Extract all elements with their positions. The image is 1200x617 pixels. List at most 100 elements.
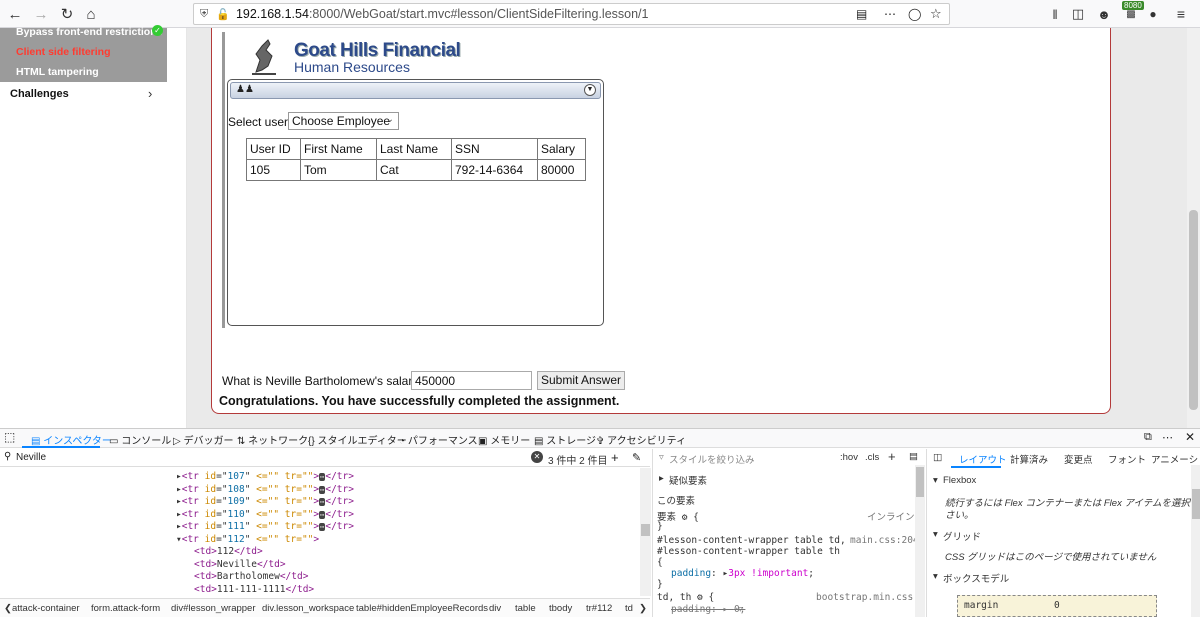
submit-answer-button[interactable]: Submit Answer: [537, 371, 625, 390]
tab-network[interactable]: ⇅ ネットワーク: [237, 432, 308, 447]
menu-icon[interactable]: ≡: [1170, 3, 1192, 25]
print-icon[interactable]: ▤: [909, 451, 918, 462]
add-rule-icon[interactable]: +: [888, 449, 896, 464]
markup-td-node[interactable]: <td>111-111-1111</td>: [194, 584, 314, 595]
scrollbar-thumb[interactable]: [1192, 489, 1200, 519]
library-icon[interactable]: ‖: [1044, 3, 1066, 25]
breadcrumb-item[interactable]: div#lesson_wrapper: [171, 603, 256, 614]
close-icon[interactable]: ✕: [1185, 430, 1195, 444]
add-node-icon[interactable]: +: [611, 450, 619, 465]
page-scrollbar[interactable]: [1187, 28, 1200, 428]
breadcrumb-item[interactable]: td: [625, 603, 633, 614]
layout-scrollbar[interactable]: [1191, 465, 1200, 617]
layout-toggle-icon[interactable]: ◫: [933, 452, 942, 463]
expand-icon[interactable]: ▾: [933, 571, 938, 582]
overridden-declaration[interactable]: padding: ▸ 0;: [671, 604, 745, 615]
scrollbar-thumb[interactable]: [641, 524, 650, 536]
rule-source-link[interactable]: bootstrap.min.css:7: [816, 592, 925, 603]
breadcrumb-item[interactable]: div.lesson_workspace: [262, 603, 354, 614]
collapse-icon[interactable]: ▼: [584, 84, 596, 96]
tab-storage[interactable]: ▤ ストレージ: [534, 432, 596, 447]
pick-element-icon[interactable]: ⬚: [4, 430, 15, 444]
inline-source: インライン: [867, 512, 915, 523]
markup-td-node[interactable]: <td>Neville</td>: [194, 559, 286, 570]
clear-search-icon[interactable]: ✕: [531, 451, 543, 463]
tab-changes[interactable]: 変更点: [1064, 452, 1093, 466]
pocket-icon[interactable]: ◯: [908, 7, 921, 21]
markup-td-node[interactable]: <td>112</td>: [194, 546, 263, 557]
expand-icon[interactable]: ▾: [933, 529, 938, 540]
pseudo-expand-icon[interactable]: ▸: [659, 473, 664, 484]
markup-node[interactable]: ▸<tr id="109" <="" tr="">⋯</tr>: [176, 496, 354, 507]
back-icon[interactable]: ←: [4, 3, 26, 25]
flexbox-section[interactable]: Flexbox: [943, 475, 976, 486]
sidebar-item-bypass[interactable]: Bypass front-end restrictions: [16, 26, 162, 38]
tab-debugger[interactable]: ▷ デバッガー: [173, 432, 233, 447]
sidebar-icon[interactable]: ◫: [1067, 3, 1089, 25]
reader-view-icon[interactable]: ▤: [856, 7, 867, 21]
tab-accessibility[interactable]: ✞ アクセシビリティ: [596, 432, 686, 447]
hover-toggle[interactable]: :hov: [840, 452, 858, 463]
markup-td-node[interactable]: <td>Bartholomew</td>: [194, 571, 308, 582]
class-toggle[interactable]: .cls: [865, 452, 879, 463]
sidebar-item-client-side-filtering[interactable]: Client side filtering: [16, 46, 111, 58]
tab-layout[interactable]: レイアウト: [959, 452, 1007, 466]
markup-search-input[interactable]: Neville: [16, 452, 46, 463]
tab-fonts[interactable]: フォント: [1108, 452, 1146, 466]
scrollbar-thumb[interactable]: [916, 467, 924, 497]
filter-icon[interactable]: ▿: [738, 604, 743, 615]
employee-select[interactable]: Choose Employee ⌄: [288, 112, 399, 130]
breadcrumb-item[interactable]: tr#112: [586, 603, 612, 614]
browser-toolbar: ← → ↻ ⌂ ⛨ 🔓 192.168.1.54:8000/WebGoat/st…: [0, 0, 1200, 28]
boxmodel-section[interactable]: ボックスモデル: [943, 571, 1009, 585]
tab-performance[interactable]: ◔ パフォーマンス: [399, 432, 478, 447]
breadcrumb-back-icon[interactable]: ❮: [4, 603, 12, 614]
account-icon[interactable]: ☻: [1093, 3, 1115, 25]
rule-declaration[interactable]: padding: ▸3px !important;: [671, 568, 814, 579]
tab-style-editor[interactable]: {} スタイルエディター: [308, 432, 407, 447]
tab-animations[interactable]: アニメーシ: [1151, 452, 1198, 466]
markup-scrollbar[interactable]: [640, 468, 651, 596]
breadcrumb-item[interactable]: div: [489, 603, 501, 614]
page-actions-icon[interactable]: ⋯: [884, 7, 896, 21]
style-filter-input[interactable]: スタイルを絞り込み: [669, 452, 755, 466]
margin-value[interactable]: 0: [1054, 600, 1060, 611]
forward-icon[interactable]: →: [30, 3, 52, 25]
breadcrumb-item[interactable]: tbody: [549, 603, 572, 614]
breadcrumb-item[interactable]: form.attack-form: [91, 603, 160, 614]
console-icon: ▭: [109, 436, 119, 447]
box-model-margin: margin 0: [957, 595, 1157, 617]
salary-answer-input[interactable]: [411, 371, 532, 390]
address-bar[interactable]: ⛨ 🔓 192.168.1.54:8000/WebGoat/start.mvc#…: [193, 3, 950, 25]
reload-icon[interactable]: ↻: [56, 3, 78, 25]
shield-icon[interactable]: ⛨: [200, 8, 208, 21]
dock-icon[interactable]: ⧉: [1144, 431, 1152, 444]
profile-icon[interactable]: ●: [1142, 3, 1164, 25]
breadcrumb-forward-icon[interactable]: ❯: [639, 603, 647, 614]
markup-node[interactable]: ▸<tr id="111" <="" tr="">⋯</tr>: [176, 521, 354, 532]
scrollbar-thumb[interactable]: [1189, 210, 1198, 410]
more-icon[interactable]: ⋯: [1162, 431, 1173, 444]
markup-node-open[interactable]: ▾<tr id="112" <="" tr="">: [176, 534, 319, 545]
sidebar-item-challenges[interactable]: Challenges: [10, 88, 69, 100]
tab-computed[interactable]: 計算済み: [1010, 452, 1048, 466]
markup-node[interactable]: ▸<tr id="108" <="" tr="">⋯</tr>: [176, 484, 354, 495]
breadcrumb-item[interactable]: attack-container: [12, 603, 80, 614]
tab-inspector[interactable]: ▤ インスペクター: [31, 432, 112, 447]
markup-node[interactable]: ▸<tr id="107" <="" tr="">⋯</tr>: [176, 471, 354, 482]
breadcrumb-item[interactable]: table#hiddenEmployeeRecords: [356, 603, 488, 614]
tab-console[interactable]: ▭ コンソール: [109, 432, 171, 447]
rule-source-link[interactable]: main.css:204: [850, 535, 919, 546]
tab-memory[interactable]: ▣ メモリー: [478, 432, 530, 447]
home-icon[interactable]: ⌂: [80, 3, 102, 25]
rules-scrollbar[interactable]: [915, 465, 925, 617]
markup-node[interactable]: ▸<tr id="110" <="" tr="">⋯</tr>: [176, 509, 354, 520]
breadcrumb-item[interactable]: table: [515, 603, 536, 614]
bookmark-star-icon[interactable]: ☆: [930, 6, 942, 22]
insecure-lock-icon[interactable]: 🔓: [216, 8, 230, 21]
chevron-right-icon[interactable]: ›: [148, 86, 152, 101]
grid-section[interactable]: グリッド: [943, 529, 981, 543]
expand-icon[interactable]: ▾: [933, 475, 938, 486]
eyedropper-icon[interactable]: ✎: [632, 451, 641, 464]
sidebar-item-html-tampering[interactable]: HTML tampering: [16, 66, 99, 78]
